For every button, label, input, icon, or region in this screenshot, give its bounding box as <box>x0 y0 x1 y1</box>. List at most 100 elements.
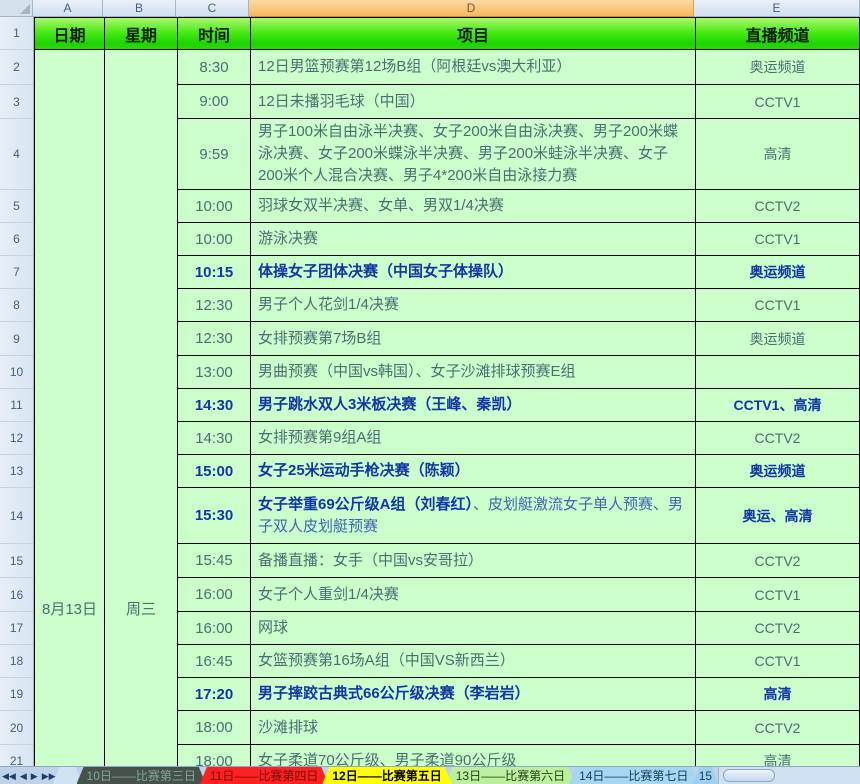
time-cell[interactable]: 16:45 <box>178 645 251 678</box>
row-header-18[interactable]: 18 <box>0 645 33 678</box>
event-cell[interactable]: 女排预赛第9组A组 <box>251 422 696 455</box>
column-header-A[interactable]: A <box>33 0 103 17</box>
time-cell[interactable]: 16:00 <box>178 578 251 612</box>
header-cell-time[interactable]: 时间 <box>178 17 251 50</box>
event-cell[interactable]: 备播直播：女手（中国vs安哥拉） <box>251 544 696 578</box>
prev-sheet-icon[interactable]: ◀ <box>20 768 27 784</box>
time-cell[interactable]: 9:59 <box>178 119 251 190</box>
date-merged-cell[interactable]: 8月13日 <box>35 50 105 766</box>
event-cell[interactable]: 12日男篮预赛第12场B组（阿根廷vs澳大利亚） <box>251 50 696 85</box>
event-cell[interactable]: 女篮预赛第16场A组（中国VS新西兰） <box>251 645 696 678</box>
horizontal-scrollbar[interactable] <box>718 767 860 784</box>
event-cell[interactable]: 男子100米自由泳半决赛、女子200米自由泳决赛、男子200米蝶泳决赛、女子20… <box>251 119 696 190</box>
event-cell[interactable]: 女子举重69公斤级A组（刘春红）、皮划艇激流女子单人预赛、男子双人皮划艇预赛 <box>251 488 696 544</box>
header-cell-date[interactable]: 日期 <box>35 17 105 50</box>
event-cell[interactable]: 游泳决赛 <box>251 223 696 256</box>
time-cell[interactable]: 14:30 <box>178 389 251 422</box>
event-cell[interactable]: 女子25米运动手枪决赛（陈颖） <box>251 455 696 488</box>
time-cell[interactable]: 9:00 <box>178 85 251 119</box>
last-sheet-icon[interactable]: ▶▶ <box>42 768 56 784</box>
row-header-17[interactable]: 17 <box>0 612 33 645</box>
event-cell[interactable]: 网球 <box>251 612 696 645</box>
time-cell[interactable]: 15:45 <box>178 544 251 578</box>
time-cell[interactable]: 18:00 <box>178 711 251 745</box>
event-cell[interactable]: 女子柔道70公斤级、男子柔道90公斤级 <box>251 745 696 766</box>
time-cell[interactable]: 14:30 <box>178 422 251 455</box>
time-cell[interactable]: 17:20 <box>178 678 251 711</box>
channel-cell[interactable]: 奥运频道 <box>696 322 860 356</box>
row-header-21[interactable]: 21 <box>0 745 33 766</box>
channel-cell[interactable]: 高清 <box>696 745 860 766</box>
time-cell[interactable]: 10:15 <box>178 256 251 289</box>
row-header-16[interactable]: 16 <box>0 578 33 612</box>
time-cell[interactable]: 10:00 <box>178 223 251 256</box>
week-merged-cell[interactable]: 周三 <box>105 50 178 766</box>
row-header-5[interactable]: 5 <box>0 190 33 223</box>
row-header-14[interactable]: 14 <box>0 488 33 544</box>
row-header-13[interactable]: 13 <box>0 455 33 488</box>
row-header-11[interactable]: 11 <box>0 389 33 422</box>
sheet-tab-1[interactable]: 10日——比赛第三日 <box>77 767 206 784</box>
event-cell[interactable]: 男子跳水双人3米板决赛（王峰、秦凯） <box>251 389 696 422</box>
channel-cell[interactable]: CCTV1 <box>696 578 860 612</box>
time-cell[interactable]: 12:30 <box>178 322 251 356</box>
channel-cell[interactable]: CCTV1 <box>696 645 860 678</box>
channel-cell[interactable]: CCTV1、高清 <box>696 389 860 422</box>
scrollbar-thumb[interactable] <box>723 769 775 782</box>
row-header-3[interactable]: 3 <box>0 85 33 119</box>
time-cell[interactable]: 15:30 <box>178 488 251 544</box>
sheet-tab-4[interactable]: 13日——比赛第六日 <box>446 767 575 784</box>
event-cell[interactable]: 12日未播羽毛球（中国） <box>251 85 696 119</box>
row-header-10[interactable]: 10 <box>0 356 33 389</box>
channel-cell[interactable]: CCTV2 <box>696 612 860 645</box>
event-cell[interactable]: 沙滩排球 <box>251 711 696 745</box>
time-cell[interactable]: 10:00 <box>178 190 251 223</box>
first-sheet-icon[interactable]: ◀◀ <box>2 768 16 784</box>
row-header-6[interactable]: 6 <box>0 223 33 256</box>
time-cell[interactable]: 16:00 <box>178 612 251 645</box>
channel-cell[interactable]: 奥运、高清 <box>696 488 860 544</box>
time-cell[interactable]: 12:30 <box>178 289 251 322</box>
time-cell[interactable]: 15:00 <box>178 455 251 488</box>
row-header-7[interactable]: 7 <box>0 256 33 289</box>
event-cell[interactable]: 男子摔跤古典式66公斤级决赛（李岩岩） <box>251 678 696 711</box>
channel-cell[interactable]: CCTV2 <box>696 544 860 578</box>
sheet-tab-5[interactable]: 14日——比赛第七日 <box>569 767 698 784</box>
event-cell[interactable]: 男子个人花剑1/4决赛 <box>251 289 696 322</box>
event-cell[interactable]: 羽球女双半决赛、女单、男双1/4决赛 <box>251 190 696 223</box>
time-cell[interactable]: 13:00 <box>178 356 251 389</box>
channel-cell[interactable] <box>696 356 860 389</box>
row-header-2[interactable]: 2 <box>0 50 33 85</box>
channel-cell[interactable]: 高清 <box>696 678 860 711</box>
column-header-E[interactable]: E <box>694 0 860 17</box>
row-header-9[interactable]: 9 <box>0 322 33 356</box>
channel-cell[interactable]: CCTV1 <box>696 85 860 119</box>
channel-cell[interactable]: CCTV1 <box>696 223 860 256</box>
sheet-tab-6[interactable]: 15 <box>692 767 718 784</box>
channel-cell[interactable]: 奥运频道 <box>696 256 860 289</box>
event-cell[interactable]: 体操女子团体决赛（中国女子体操队） <box>251 256 696 289</box>
time-cell[interactable]: 18:00 <box>178 745 251 766</box>
row-header-19[interactable]: 19 <box>0 678 33 711</box>
time-cell[interactable]: 8:30 <box>178 50 251 85</box>
row-header-4[interactable]: 4 <box>0 119 33 190</box>
channel-cell[interactable]: 奥运频道 <box>696 455 860 488</box>
next-sheet-icon[interactable]: ▶ <box>31 768 38 784</box>
row-header-8[interactable]: 8 <box>0 289 33 322</box>
channel-cell[interactable]: 高清 <box>696 119 860 190</box>
select-all-corner[interactable] <box>0 0 33 17</box>
header-cell-channel[interactable]: 直播频道 <box>696 17 860 50</box>
channel-cell[interactable]: CCTV2 <box>696 711 860 745</box>
event-cell[interactable]: 女排预赛第7场B组 <box>251 322 696 356</box>
column-header-C[interactable]: C <box>176 0 249 17</box>
event-cell[interactable]: 男曲预赛（中国vs韩国）、女子沙滩排球预赛E组 <box>251 356 696 389</box>
row-header-12[interactable]: 12 <box>0 422 33 455</box>
column-header-B[interactable]: B <box>103 0 176 17</box>
channel-cell[interactable]: CCTV1 <box>696 289 860 322</box>
column-header-D[interactable]: D <box>249 0 694 17</box>
event-cell[interactable]: 女子个人重剑1/4决赛 <box>251 578 696 612</box>
sheet-tab-3[interactable]: 12日——比赛第五日 <box>322 767 451 784</box>
row-header-1[interactable]: 1 <box>0 17 33 50</box>
header-cell-week[interactable]: 星期 <box>105 17 178 50</box>
sheet-tab-2[interactable]: 11日——比赛第四日 <box>200 767 328 784</box>
